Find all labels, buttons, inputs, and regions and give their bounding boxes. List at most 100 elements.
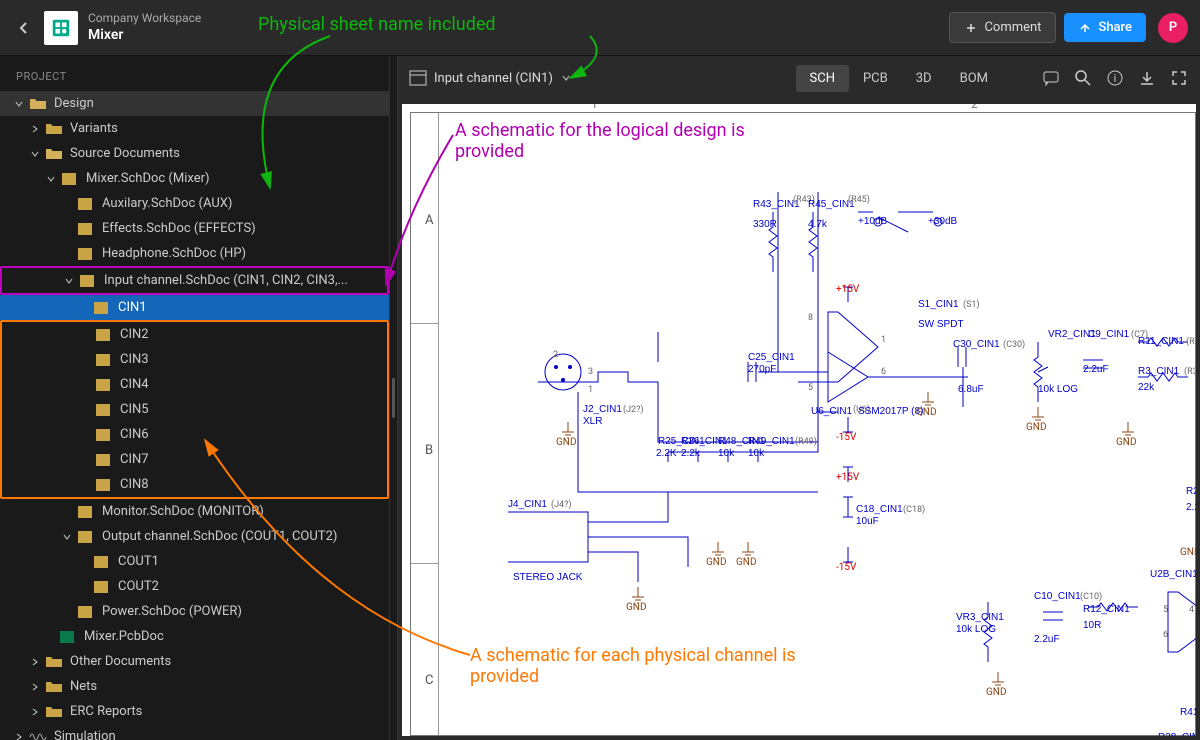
tab-sch[interactable]: SCH [796,65,849,92]
svg-text:XLR: XLR [583,416,602,427]
schematic-icon [96,328,112,342]
tree-channel-cin6[interactable]: CIN6 [2,422,387,447]
svg-text:6.8uF: 6.8uF [958,384,984,395]
svg-text:22k: 22k [1138,382,1155,393]
tree-input-channel[interactable]: Input channel.SchDoc (CIN1, CIN2, CIN3,.… [0,266,389,295]
schematic-icon [78,247,94,261]
avatar[interactable]: P [1158,13,1188,43]
schematic-icon [96,453,112,467]
content-header: Input channel (CIN1) SCH PCB 3D BOM i [398,56,1200,100]
tree-design[interactable]: Design [0,91,389,116]
tree-auxiliary[interactable]: Auxilary.SchDoc (AUX) [0,191,389,216]
waveform-icon [30,730,46,740]
search-icon[interactable] [1074,69,1092,87]
project-name: Mixer [88,26,201,44]
tree-monitor[interactable]: Monitor.SchDoc (MONITOR) [0,499,389,524]
svg-text:+15V: +15V [836,284,860,295]
comments-icon[interactable] [1042,69,1060,87]
svg-text:C18_CIN1: C18_CIN1 [856,504,903,515]
tree-simulation[interactable]: Simulation [0,724,389,740]
chevron-down-icon [62,274,76,288]
tree-output-channel[interactable]: Output channel.SchDoc (COUT1, COUT2) [0,524,389,549]
sheet-title: Input channel (CIN1) [434,71,553,86]
tree-pcb-doc[interactable]: Mixer.PcbDoc [0,624,389,649]
tree-label: Power.SchDoc (POWER) [102,604,242,619]
tree-label: Mixer.SchDoc (Mixer) [86,171,210,186]
svg-text:+10dB: +10dB [858,216,888,227]
svg-text:5: 5 [1163,605,1168,615]
svg-text:GND: GND [736,557,757,568]
tab-pcb[interactable]: PCB [849,65,902,92]
tree-effects[interactable]: Effects.SchDoc (EFFECTS) [0,216,389,241]
tab-3d[interactable]: 3D [902,65,946,92]
svg-text:GND: GND [556,437,577,448]
schematic-icon [94,301,110,315]
share-button[interactable]: Share [1064,13,1146,42]
schematic-icon [96,478,112,492]
folder-icon [30,97,46,111]
tree-label: CIN6 [120,427,149,442]
svg-text:10uF: 10uF [856,516,879,527]
tree-label: Output channel.SchDoc (COUT1, COUT2) [102,529,337,544]
schematic-canvas[interactable]: 1 2 A B C [402,104,1196,736]
svg-text:J2_CIN1: J2_CIN1 [583,404,622,415]
tree-headphone[interactable]: Headphone.SchDoc (HP) [0,241,389,266]
fullscreen-icon[interactable] [1170,69,1188,87]
tab-bom[interactable]: BOM [946,65,1002,92]
chevron-right-icon [28,680,42,694]
tree-channel-cin2[interactable]: CIN2 [2,322,387,347]
col-label: 2 [971,104,978,111]
back-button[interactable] [12,16,36,40]
tree-label: ERC Reports [70,704,142,719]
comment-button[interactable]: Comment [949,12,1056,43]
svg-text:6: 6 [881,367,886,377]
tree-source-docs[interactable]: Source Documents [0,141,389,166]
svg-text:(R7): (R7) [1186,336,1196,347]
svg-text:1: 1 [881,335,886,345]
tree-label: Headphone.SchDoc (HP) [102,246,246,261]
chevron-right-icon [28,122,42,136]
svg-text:R2: R2 [1186,486,1196,497]
tree-other-docs[interactable]: Other Documents [0,649,389,674]
svg-text:10k LOG: 10k LOG [956,624,996,635]
sheet-selector[interactable]: Input channel (CIN1) [410,71,571,86]
schematic-icon [78,197,94,211]
svg-text:GND: GND [1026,422,1047,433]
chevron-right-icon [28,705,42,719]
tree-erc[interactable]: ERC Reports [0,699,389,724]
schematic-icon [78,530,94,544]
folder-icon [46,122,62,136]
svg-text:2.2uF: 2.2uF [1083,364,1109,375]
resize-handle[interactable] [390,56,398,740]
tree-mixer-sch[interactable]: Mixer.SchDoc (Mixer) [0,166,389,191]
view-tabs: SCH PCB 3D BOM [796,65,1002,92]
tree-channel-cin7[interactable]: CIN7 [2,447,387,472]
svg-text:1: 1 [588,385,593,395]
schematic-icon [62,172,78,186]
tree-channel-cin5[interactable]: CIN5 [2,397,387,422]
tree-channel-cin3[interactable]: CIN3 [2,347,387,372]
tree-variants[interactable]: Variants [0,116,389,141]
tree-channel-cin1[interactable]: CIN1 [0,295,389,320]
schematic-icon [78,222,94,236]
chevron-down-icon [44,172,58,186]
svg-text:2.2uF: 2.2uF [1034,634,1060,645]
tree-label: CIN8 [120,477,149,492]
svg-text:4: 4 [1189,605,1194,615]
tree-channel-cin4[interactable]: CIN4 [2,372,387,397]
tree-nets[interactable]: Nets [0,674,389,699]
svg-text:(C18): (C18) [903,504,925,515]
tree-channel-cout2[interactable]: COUT2 [0,574,389,599]
tree-channel-cout1[interactable]: COUT1 [0,549,389,574]
svg-text:J4_CIN1: J4_CIN1 [508,499,547,510]
svg-text:S1_CIN1: S1_CIN1 [918,299,959,310]
svg-text:U2B_CIN1: U2B_CIN1 [1150,569,1196,580]
tree-channel-cin8[interactable]: CIN8 [2,472,387,497]
tree-label: CIN5 [120,402,149,417]
svg-text:R49_CIN1: R49_CIN1 [748,436,795,447]
info-icon[interactable]: i [1106,69,1124,87]
tree-power[interactable]: Power.SchDoc (POWER) [0,599,389,624]
download-icon[interactable] [1138,69,1156,87]
schematic-icon [80,274,96,288]
workspace-name: Company Workspace [88,11,201,27]
